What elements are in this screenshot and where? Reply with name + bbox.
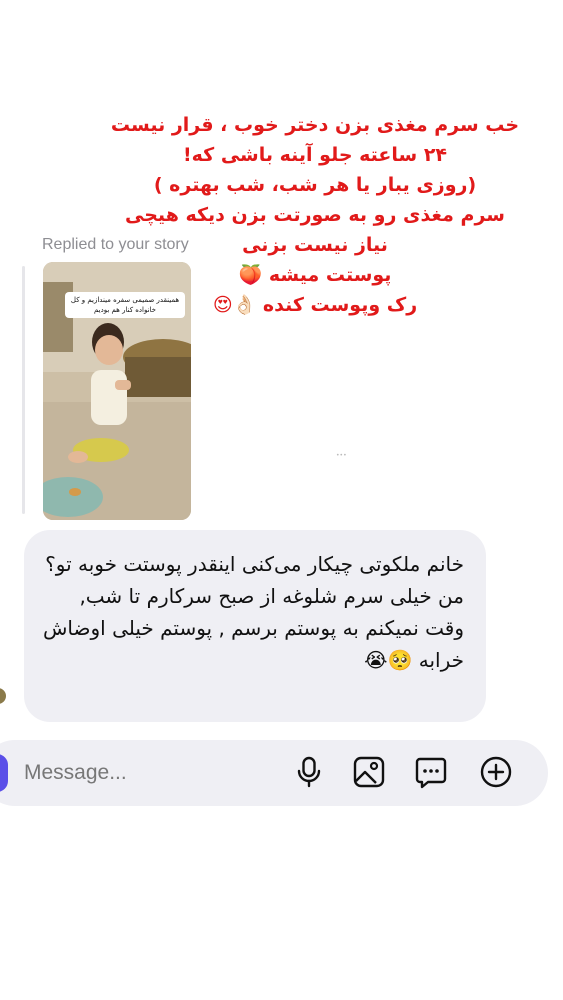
caption-line: خب سرم مغذی بزن دختر خوب ، قرار نیست <box>110 114 520 136</box>
message-text: من خیلی سرم شلوغه از صبح سرکارم تا شب, و… <box>43 584 464 672</box>
caption-line: رک وپوست کنده 👌🏻😍 <box>212 294 418 316</box>
reply-quote-bar <box>22 266 25 514</box>
microphone-icon[interactable] <box>292 755 326 789</box>
caption-line: پوستت میشه 🍑 <box>238 264 392 286</box>
caption-line: نیاز نیست بزنی <box>242 234 388 256</box>
caption-line: ۲۴ ساعته جلو آینه باشی که! <box>182 144 448 166</box>
caption-line: (روزی یبار یا هر شب، شب بهتره ) <box>153 174 477 196</box>
message-bubble[interactable]: خانم ملکوتی چیکار می‌کنی اینقدر پوستت خو… <box>24 530 486 722</box>
message-input[interactable] <box>24 754 274 792</box>
story-reply-caption: خب سرم مغذی بزن دختر خوب ، قرار نیست ۲۴ … <box>90 110 540 320</box>
sticker-chat-icon[interactable] <box>414 755 448 789</box>
watermark-dot: ••• <box>336 452 347 459</box>
caption-line: سرم مغذی رو به صورتت بزن دیکه هیچی <box>125 204 505 226</box>
image-icon[interactable] <box>352 755 386 789</box>
message-text: خانم ملکوتی چیکار می‌کنی اینقدر پوستت خو… <box>45 552 464 576</box>
avatar[interactable] <box>0 688 6 704</box>
add-icon[interactable] <box>479 755 513 789</box>
